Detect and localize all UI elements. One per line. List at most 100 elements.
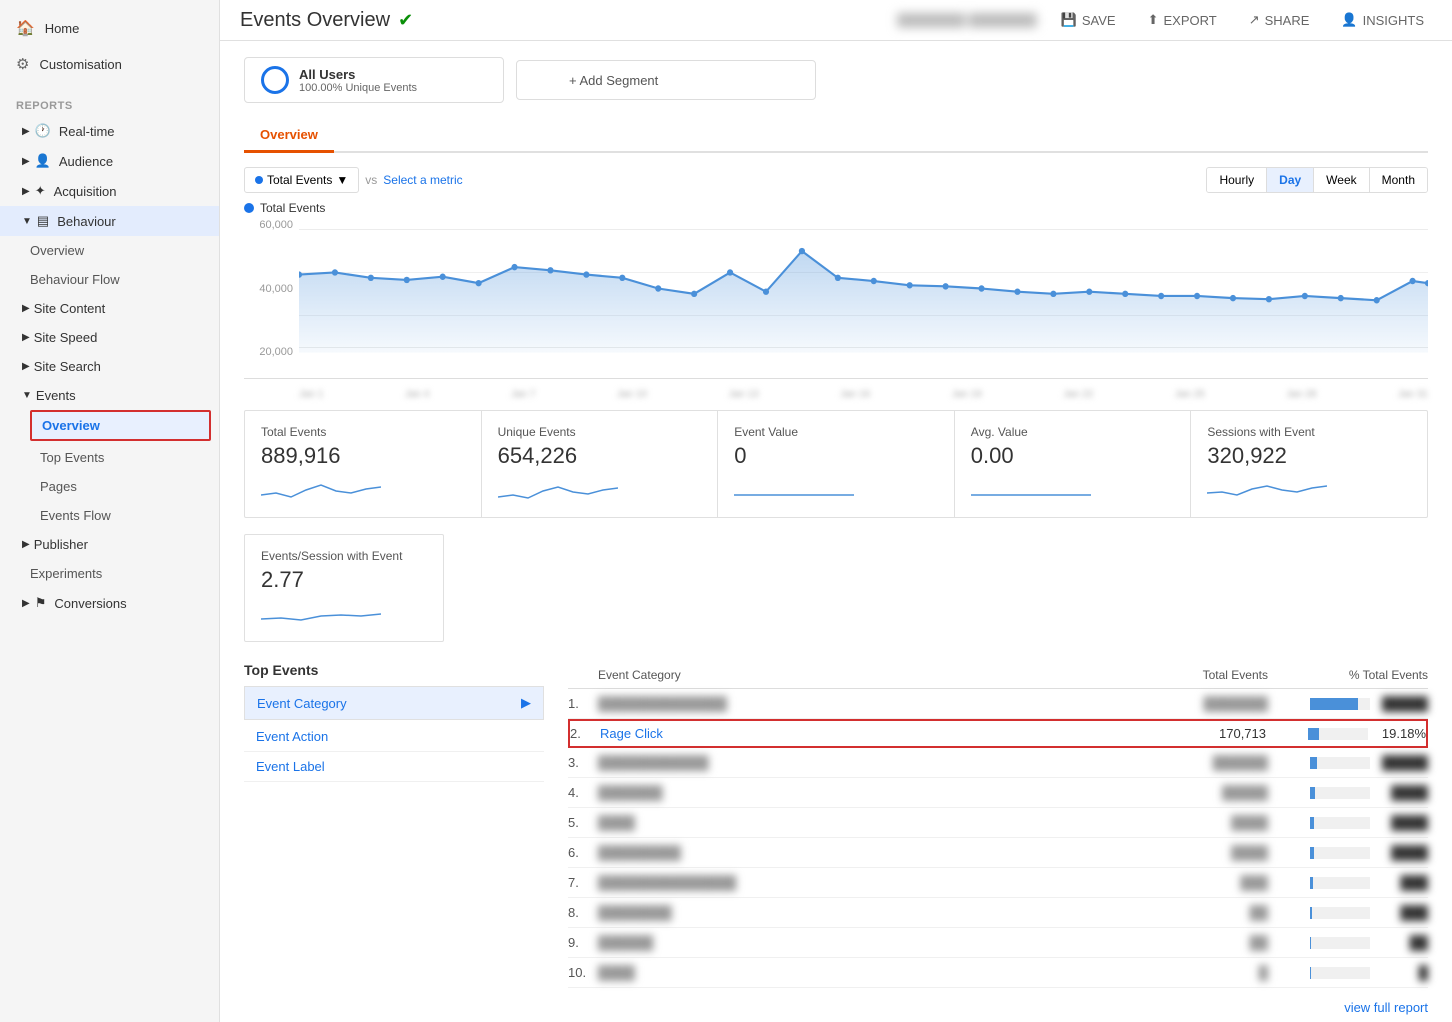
- sidebar-item-events-overview[interactable]: Overview: [32, 412, 209, 439]
- sidebar-item-behaviour-flow[interactable]: Behaviour Flow: [0, 265, 219, 294]
- week-button[interactable]: Week: [1314, 168, 1369, 192]
- row-total-3: ██████: [1148, 755, 1268, 770]
- view-full-report-link[interactable]: view full report: [568, 1000, 1428, 1015]
- sidebar-item-experiments[interactable]: Experiments: [0, 559, 219, 588]
- sidebar-item-site-content[interactable]: ▶ Site Content: [0, 294, 219, 323]
- sidebar-item-pages[interactable]: Pages: [0, 472, 219, 501]
- row-name-8[interactable]: ████████: [598, 905, 1148, 920]
- sidebar-item-customisation[interactable]: ⚙ Customisation: [0, 46, 219, 82]
- row-num-2: 2.: [570, 726, 600, 741]
- pct-bar-4: [1310, 787, 1315, 799]
- tab-overview[interactable]: Overview: [244, 119, 334, 153]
- save-label: SAVE: [1082, 13, 1116, 28]
- row-pct-10: █: [1268, 965, 1428, 980]
- sidebar-item-site-speed[interactable]: ▶ Site Speed: [0, 323, 219, 352]
- insights-icon: 👤: [1341, 12, 1357, 28]
- content-area: All Users 100.00% Unique Events + Add Se…: [220, 41, 1452, 1022]
- pct-bar-5: [1310, 817, 1314, 829]
- top-bar-actions: ████████ ████████ 💾 SAVE ⬆ EXPORT ↗ SHAR…: [897, 8, 1432, 32]
- sidebar-item-conversions[interactable]: ▶ ⚑ Conversions: [0, 588, 219, 618]
- pct-bar-1: [1310, 698, 1358, 710]
- row-name-7[interactable]: ███████████████: [598, 875, 1148, 890]
- share-button[interactable]: ↗ SHARE: [1241, 8, 1318, 32]
- event-category-label: Event Category: [257, 696, 347, 711]
- sidebar-item-events-flow[interactable]: Events Flow: [0, 501, 219, 530]
- sidebar-item-acquisition-label: Acquisition: [54, 184, 117, 199]
- row-name-3[interactable]: ████████████: [598, 755, 1148, 770]
- main-content: Events Overview ✔ ████████ ████████ 💾 SA…: [220, 0, 1452, 1022]
- sidebar-item-behaviour[interactable]: ▼ ▤ Behaviour: [0, 206, 219, 236]
- row-name-rage-click[interactable]: Rage Click: [600, 726, 1146, 741]
- sidebar-item-site-search[interactable]: ▶ Site Search: [0, 352, 219, 381]
- pct-text-7: ███: [1378, 875, 1428, 890]
- sidebar-item-behaviour-overview[interactable]: Overview: [0, 236, 219, 265]
- page-title: Events Overview: [240, 9, 390, 32]
- pct-text-2: 19.18%: [1376, 726, 1426, 741]
- month-button[interactable]: Month: [1370, 168, 1427, 192]
- pct-bar-7: [1310, 877, 1313, 889]
- event-label-link[interactable]: Event Label: [244, 752, 544, 782]
- row-name-9[interactable]: ██████: [598, 935, 1148, 950]
- legend-dot: [244, 203, 254, 213]
- stat-unique-events-label: Unique Events: [498, 425, 702, 439]
- y-label-20k: 20,000: [259, 346, 293, 358]
- sidebar-item-home-label: Home: [45, 21, 80, 36]
- save-button[interactable]: 💾 SAVE: [1053, 8, 1124, 32]
- event-action-link[interactable]: Event Action: [244, 722, 544, 752]
- behaviour-arrow: ▼: [22, 216, 32, 227]
- sidebar-item-home[interactable]: 🏠 Home: [0, 10, 219, 46]
- sidebar-item-site-search-label: Site Search: [34, 359, 101, 374]
- legend-label: Total Events: [260, 201, 325, 215]
- export-button[interactable]: ⬆ EXPORT: [1140, 8, 1225, 32]
- table-row: 7. ███████████████ ███ ███: [568, 868, 1428, 898]
- row-num-6: 6.: [568, 845, 598, 860]
- table-row: 5. ████ ████ ████: [568, 808, 1428, 838]
- sidebar-item-publisher[interactable]: ▶ Publisher: [0, 530, 219, 559]
- sidebar-item-audience[interactable]: ▶ 👤 Audience: [0, 146, 219, 176]
- row-name-5[interactable]: ████: [598, 815, 1148, 830]
- sidebar-item-realtime[interactable]: ▶ 🕐 Real-time: [0, 116, 219, 146]
- hourly-button[interactable]: Hourly: [1207, 168, 1267, 192]
- all-users-segment[interactable]: All Users 100.00% Unique Events: [244, 57, 504, 103]
- row-total-9: ██: [1148, 935, 1268, 950]
- insights-button[interactable]: 👤 INSIGHTS: [1333, 8, 1432, 32]
- sidebar-item-realtime-label: Real-time: [59, 124, 115, 139]
- event-category-nav[interactable]: Event Category ▶: [244, 686, 544, 720]
- row-name-10[interactable]: ████: [598, 965, 1148, 980]
- pct-bar-container-7: [1310, 877, 1370, 889]
- row-total-7: ███: [1148, 875, 1268, 890]
- pct-text-4: ████: [1378, 785, 1428, 800]
- header-total: Total Events: [1148, 668, 1268, 682]
- sidebar-item-events[interactable]: ▼ Events: [0, 381, 219, 410]
- metric-arrow: ▼: [336, 173, 348, 187]
- pct-bar-container-9: [1310, 937, 1370, 949]
- tab-bar: Overview: [244, 119, 1428, 153]
- pct-bar-9: [1310, 937, 1311, 949]
- sidebar-item-top-events[interactable]: Top Events: [0, 443, 219, 472]
- table-row: 8. ████████ ██ ███: [568, 898, 1428, 928]
- add-segment-label: + Add Segment: [569, 73, 658, 88]
- share-label: SHARE: [1265, 13, 1310, 28]
- row-name-4[interactable]: ███████: [598, 785, 1148, 800]
- share-icon: ↗: [1249, 12, 1260, 28]
- add-segment-circle: [537, 69, 559, 91]
- row-pct-3: █████: [1268, 755, 1428, 770]
- segment-label: All Users: [299, 67, 417, 82]
- stat-avg-value-value: 0.00: [971, 443, 1175, 469]
- row-name-1[interactable]: ██████████████: [598, 696, 1148, 711]
- sidebar-item-customisation-label: Customisation: [39, 57, 121, 72]
- row-pct-5: ████: [1268, 815, 1428, 830]
- sidebar-item-acquisition[interactable]: ▶ ✦ Acquisition: [0, 176, 219, 206]
- segment-circle: [261, 66, 289, 94]
- metric-dropdown[interactable]: Total Events ▼: [244, 167, 359, 193]
- day-button[interactable]: Day: [1267, 168, 1314, 192]
- pct-bar-2: [1308, 728, 1319, 740]
- top-events-section: Top Events Event Category ▶ Event Action…: [244, 662, 1428, 1015]
- page-title-area: Events Overview ✔: [240, 9, 413, 32]
- chart-svg: [299, 219, 1428, 358]
- add-segment-button[interactable]: + Add Segment: [516, 60, 816, 100]
- row-name-6[interactable]: █████████: [598, 845, 1148, 860]
- conversions-icon: ⚑: [35, 595, 47, 611]
- row-num-5: 5.: [568, 815, 598, 830]
- select-metric-link[interactable]: Select a metric: [383, 173, 462, 187]
